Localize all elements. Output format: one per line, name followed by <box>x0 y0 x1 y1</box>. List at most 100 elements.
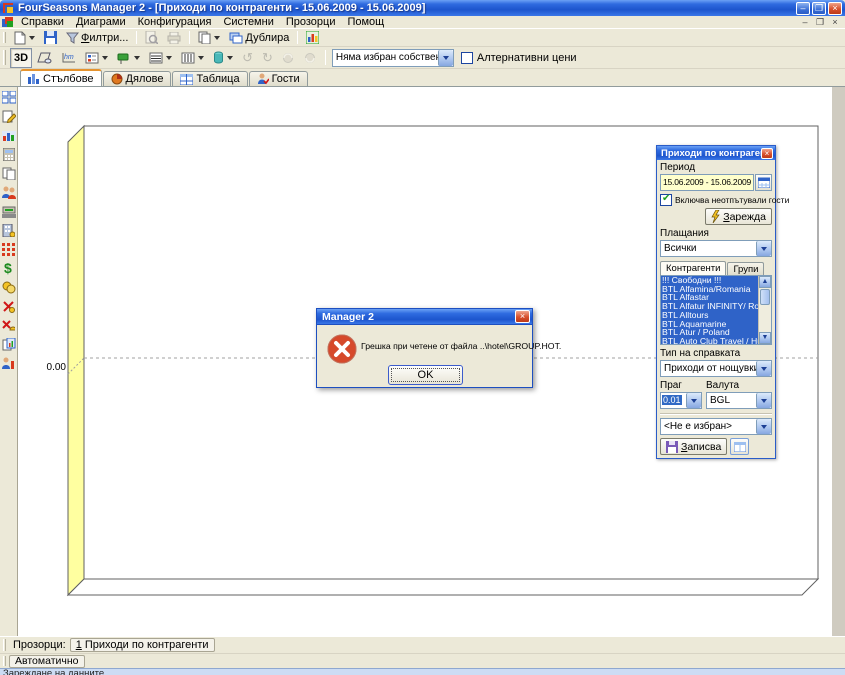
perspective-button[interactable] <box>33 48 56 68</box>
panel-title-bar[interactable]: Приходи по контрагенти × <box>657 146 775 160</box>
error-icon <box>327 334 357 367</box>
marks-dropdown-icon <box>134 56 140 60</box>
menu-item[interactable]: Помощ <box>341 16 390 29</box>
tab-pie[interactable]: Дялове <box>103 71 172 86</box>
separator <box>325 50 326 66</box>
status-text: Зареждане на данните <box>3 668 104 675</box>
dollar-icon: $ <box>3 261 15 275</box>
menu-item[interactable]: Справки <box>15 16 70 29</box>
sidebar-coins-button[interactable] <box>0 279 17 295</box>
tab-contractors[interactable]: Контрагенти <box>660 261 726 275</box>
scroll-down-icon: ▼ <box>759 332 771 344</box>
guest-stats-icon <box>2 357 15 370</box>
list-scrollbar[interactable]: ▲ ▼ <box>758 276 771 344</box>
combo-arrow-icon <box>756 361 771 376</box>
sidebar-reports-button[interactable] <box>0 336 17 352</box>
close-button[interactable]: × <box>828 2 842 15</box>
calendar-button[interactable] <box>755 174 772 191</box>
ok-button[interactable]: OK <box>388 365 463 385</box>
print-button[interactable] <box>163 30 185 46</box>
sidebar-cash-register-button[interactable] <box>0 203 17 219</box>
combo-arrow-icon <box>756 419 771 434</box>
mdi-close-button[interactable]: × <box>829 17 841 28</box>
sidebar-hotel-payment-button[interactable] <box>0 222 17 238</box>
tab-bars[interactable]: Стълбове <box>20 69 102 86</box>
error-message: Грешка при четене от файла ..\hotel\GROU… <box>361 341 528 351</box>
dialog-title-bar[interactable]: Manager 2 × <box>317 309 532 325</box>
toolbar-drag-handle[interactable] <box>3 639 6 650</box>
rotate-cw-button[interactable]: ↻ <box>258 48 277 68</box>
print-preview-button[interactable] <box>141 30 162 46</box>
sidebar-cancel-service-button[interactable] <box>0 317 17 333</box>
include-staying-guests-checkbox[interactable] <box>660 194 672 206</box>
pie-chart-icon <box>111 73 123 85</box>
new-report-button[interactable] <box>10 30 39 46</box>
legend-button[interactable] <box>81 48 112 68</box>
dialog-title: Manager 2 <box>322 311 515 323</box>
dialog-close-button[interactable]: × <box>515 310 530 323</box>
tab-groups[interactable]: Групи <box>727 262 764 275</box>
scroll-up-icon: ▲ <box>759 276 771 288</box>
combo-arrow-icon <box>756 393 771 408</box>
toolbar-drag-handle[interactable] <box>3 656 6 666</box>
alt-prices-label: Алтернативни цени <box>477 52 577 64</box>
toggle-3d-button[interactable]: 3D <box>10 48 32 68</box>
panel-close-button[interactable]: × <box>761 148 773 159</box>
marks-button[interactable] <box>113 48 144 68</box>
period-input[interactable]: 15.06.2009 - 15.06.2009 <box>660 174 754 191</box>
mdi-restore-button[interactable]: ❐ <box>814 17 826 28</box>
menu-item[interactable]: Прозорци <box>280 16 342 29</box>
vertical-grid-button[interactable] <box>177 48 208 68</box>
windows-bar: Прозорци: 1 Приходи по контрагенти <box>0 636 845 653</box>
tab-guests[interactable]: Гости <box>249 71 308 86</box>
depth-rotate-left-button[interactable] <box>278 48 299 68</box>
axis-labels-icon: hm <box>61 52 76 64</box>
series-style-button[interactable] <box>209 48 237 68</box>
threshold-combo[interactable]: 0.01 <box>660 392 702 409</box>
save-report-button[interactable]: Записва <box>660 438 727 455</box>
depth-rotate-right-button[interactable] <box>300 48 321 68</box>
sidebar-occupancy-grid-button[interactable] <box>0 241 17 257</box>
save-button[interactable] <box>40 30 61 46</box>
axis-labels-button[interactable]: hm <box>57 48 80 68</box>
tab-table[interactable]: Таблица <box>172 71 247 86</box>
export-chart-button[interactable] <box>302 30 323 46</box>
contractors-list[interactable]: !!! Свободни !!!BTL Alfamina/RomaniaBTL … <box>660 275 772 345</box>
sidebar-guests-button[interactable] <box>0 184 17 200</box>
sidebar-guest-stats-button[interactable] <box>0 355 17 371</box>
currency-combo[interactable]: BGL <box>706 392 772 409</box>
toolbar-drag-handle[interactable] <box>3 32 6 44</box>
report-type-combo[interactable]: Приходи от нощувки <box>660 360 772 377</box>
payments-combo[interactable]: Всички <box>660 240 772 257</box>
automatic-button[interactable]: Автоматично <box>9 655 85 668</box>
main-toolbar: Филтри... Дублира <box>0 29 845 47</box>
sidebar-chart-button[interactable] <box>0 127 17 143</box>
separator <box>189 31 190 44</box>
sidebar-edit-document-button[interactable] <box>0 108 17 124</box>
load-button[interactable]: Зарежда <box>705 208 772 225</box>
rotate-ccw-button[interactable]: ↺ <box>238 48 257 68</box>
sidebar-calculator-button[interactable] <box>0 146 17 162</box>
minimize-button[interactable]: – <box>796 2 810 15</box>
alt-prices-checkbox[interactable] <box>461 52 473 64</box>
filters-button[interactable]: Филтри... <box>62 30 132 46</box>
menu-item[interactable]: Диаграми <box>70 16 132 29</box>
sidebar-copy-document-button[interactable] <box>0 165 17 181</box>
sidebar-discount-cut-button[interactable] <box>0 298 17 314</box>
duplicate-button[interactable]: Дублира <box>225 30 293 46</box>
restore-button[interactable]: ❐ <box>812 2 826 15</box>
sidebar-rooms-button[interactable] <box>0 89 17 105</box>
menu-item[interactable]: Системни <box>217 16 279 29</box>
toolbar-drag-handle[interactable] <box>3 50 6 65</box>
menu-item[interactable]: Конфигурация <box>132 16 218 29</box>
edit-document-icon <box>2 110 16 123</box>
sidebar-dollar-button[interactable]: $ <box>0 260 17 276</box>
window-tab-revenue-by-contractors[interactable]: 1 Приходи по контрагенти <box>70 638 215 652</box>
show-table-button[interactable] <box>730 438 749 455</box>
horizontal-grid-button[interactable] <box>145 48 176 68</box>
copy-button[interactable] <box>194 30 224 46</box>
mdi-minimize-button[interactable]: – <box>799 17 811 28</box>
contractor-list-item[interactable]: BTL Auto Club Travel / Hungary <box>661 337 758 344</box>
template-combo[interactable]: <Не е избран> <box>660 418 772 435</box>
owner-combo[interactable]: Няма избран собственици <box>332 49 454 67</box>
